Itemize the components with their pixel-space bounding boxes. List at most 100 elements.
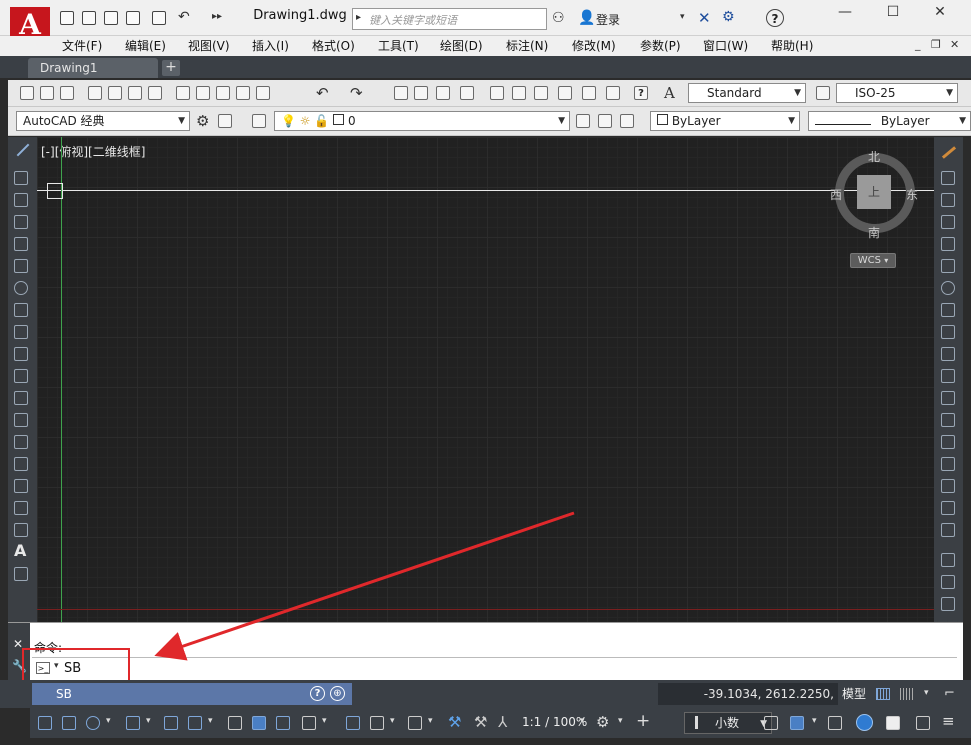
annotation-scale-icon[interactable]: ⚒	[448, 713, 461, 731]
tab-drawing1[interactable]: Drawing1	[28, 58, 158, 78]
explode-icon[interactable]	[941, 523, 955, 537]
erase-icon[interactable]	[941, 146, 957, 159]
join-icon[interactable]	[941, 435, 955, 449]
chevron-down-icon[interactable]: ▾	[580, 716, 585, 726]
undo-icon[interactable]: ↶	[178, 9, 190, 25]
chevron-down-icon[interactable]: ▾	[208, 716, 213, 726]
chevron-down-icon[interactable]: ▾	[106, 716, 111, 726]
menu-modify[interactable]: 修改(M)	[572, 36, 616, 56]
mirror-icon[interactable]	[941, 193, 955, 207]
web-search-icon[interactable]: ⊕	[330, 686, 345, 701]
extend-icon[interactable]	[941, 369, 955, 383]
arc-icon[interactable]	[14, 259, 28, 273]
add-selected-icon[interactable]	[14, 567, 28, 581]
autocomplete-suggestion[interactable]: SB ? ⊕	[32, 683, 352, 705]
cut-icon[interactable]	[176, 86, 190, 100]
model-space-button[interactable]: 模型	[842, 683, 866, 705]
more-tools-icon[interactable]: ▸▸	[212, 11, 222, 22]
ellipse-icon[interactable]	[14, 347, 28, 361]
annotation-visibility-icon[interactable]	[408, 716, 422, 730]
object-snap-icon[interactable]	[188, 716, 202, 730]
gizmo-icon[interactable]	[370, 716, 384, 730]
minimize-button[interactable]: —	[830, 4, 860, 26]
save-icon[interactable]	[104, 11, 118, 25]
print-icon[interactable]	[152, 11, 166, 25]
menu-window[interactable]: 窗口(W)	[703, 36, 748, 56]
calculator-icon[interactable]	[606, 86, 620, 100]
chevron-down-icon[interactable]: ▾	[390, 716, 395, 726]
trim-icon[interactable]	[941, 347, 955, 361]
compass-east-label[interactable]: 东	[906, 186, 918, 203]
layer-properties-icon[interactable]	[252, 114, 266, 128]
annotation-monitor-plus-icon[interactable]: +	[636, 711, 650, 731]
annotative-icon[interactable]: ⅄	[498, 713, 507, 731]
menu-draw[interactable]: 绘图(D)	[440, 36, 483, 56]
blend-curves-icon[interactable]	[941, 501, 955, 515]
chevron-down-icon[interactable]: ▾	[618, 716, 623, 726]
workspace-dropdown[interactable]: AutoCAD 经典 ▼	[16, 111, 190, 131]
close-button[interactable]: ✕	[925, 4, 955, 26]
dynamic-input-icon[interactable]	[346, 716, 360, 730]
binoculars-icon[interactable]: ⚇	[552, 10, 565, 26]
offset-icon[interactable]	[941, 215, 955, 229]
units-dropdown[interactable]: 小数 ▼	[684, 712, 772, 734]
construction-line-icon[interactable]	[14, 171, 28, 185]
draw-order-front-icon[interactable]	[941, 553, 955, 567]
array-icon[interactable]	[941, 237, 955, 251]
polygon-icon[interactable]	[14, 215, 28, 229]
paste-icon[interactable]	[216, 86, 230, 100]
polar-tracking-icon[interactable]	[86, 716, 100, 730]
doc-close-icon[interactable]: ✕	[950, 38, 959, 51]
help-icon[interactable]: ?	[634, 86, 648, 100]
open-file-icon[interactable]	[82, 11, 96, 25]
layer-dropdown[interactable]: 💡 ☼ 🔓 0 ▼	[274, 111, 570, 131]
pan-icon[interactable]	[394, 86, 408, 100]
compass-north-label[interactable]: 北	[868, 148, 880, 165]
login-button[interactable]: 登录	[596, 11, 620, 28]
wcs-menu-button[interactable]: WCS ▾	[850, 253, 896, 268]
table-icon[interactable]	[14, 523, 28, 537]
gradient-icon[interactable]	[14, 479, 28, 493]
doc-minimize-icon[interactable]: _	[915, 38, 921, 51]
menu-tools[interactable]: 工具(T)	[378, 36, 419, 56]
chevron-down-icon[interactable]: ▾	[924, 688, 929, 698]
revision-cloud-icon[interactable]	[14, 303, 28, 317]
open-icon[interactable]	[40, 86, 54, 100]
multiline-text-icon[interactable]: A	[14, 541, 26, 560]
chamfer-icon[interactable]	[941, 457, 955, 471]
zoom-window-icon[interactable]	[436, 86, 450, 100]
exchange-icon[interactable]: ✕	[698, 9, 711, 27]
compass-west-label[interactable]: 西	[830, 186, 842, 203]
chevron-down-icon[interactable]: ▾	[322, 716, 327, 726]
zoom-previous-icon[interactable]	[460, 86, 474, 100]
ortho-mode-icon[interactable]	[62, 716, 76, 730]
workspace-settings-icon[interactable]: ⚙	[196, 112, 209, 130]
polyline-icon[interactable]	[14, 193, 28, 207]
new-tab-button[interactable]: +	[162, 60, 180, 76]
ellipse-arc-icon[interactable]	[14, 369, 28, 383]
snap-mode-icon[interactable]	[900, 688, 914, 700]
search-box[interactable]: ▸ 键入关键字或短语	[352, 8, 547, 30]
new-icon[interactable]	[20, 86, 34, 100]
command-input-line[interactable]: >_ ▾ SB	[32, 657, 957, 679]
tool-palettes-icon[interactable]	[534, 86, 548, 100]
drawing-canvas[interactable]: [-][俯视][二维线框] 北 南 东 西 上 WCS ▾	[37, 137, 934, 622]
spline-icon[interactable]	[14, 325, 28, 339]
workspace-custom-icon[interactable]	[218, 114, 232, 128]
layer-previous-icon[interactable]	[620, 114, 634, 128]
viewport-controls-label[interactable]: [-][俯视][二维线框]	[41, 143, 145, 160]
chevron-down-icon[interactable]: ▾	[812, 716, 817, 726]
color-dropdown[interactable]: ByLayer ▼	[650, 111, 800, 131]
circle-icon[interactable]	[14, 281, 28, 295]
object-snap-tracking-icon[interactable]	[126, 716, 140, 730]
lock-ui-icon[interactable]	[790, 716, 804, 730]
plot-preview-icon[interactable]	[108, 86, 122, 100]
menu-file[interactable]: 文件(F)	[62, 36, 102, 56]
save-as-icon[interactable]	[126, 11, 140, 25]
sheet-set-icon[interactable]	[558, 86, 572, 100]
new-file-icon[interactable]	[60, 11, 74, 25]
help-icon[interactable]: ?	[766, 9, 784, 27]
chevron-down-icon[interactable]: ▾	[146, 716, 151, 726]
rotate-icon[interactable]	[941, 281, 955, 295]
doc-restore-icon[interactable]: ❐	[931, 38, 941, 51]
